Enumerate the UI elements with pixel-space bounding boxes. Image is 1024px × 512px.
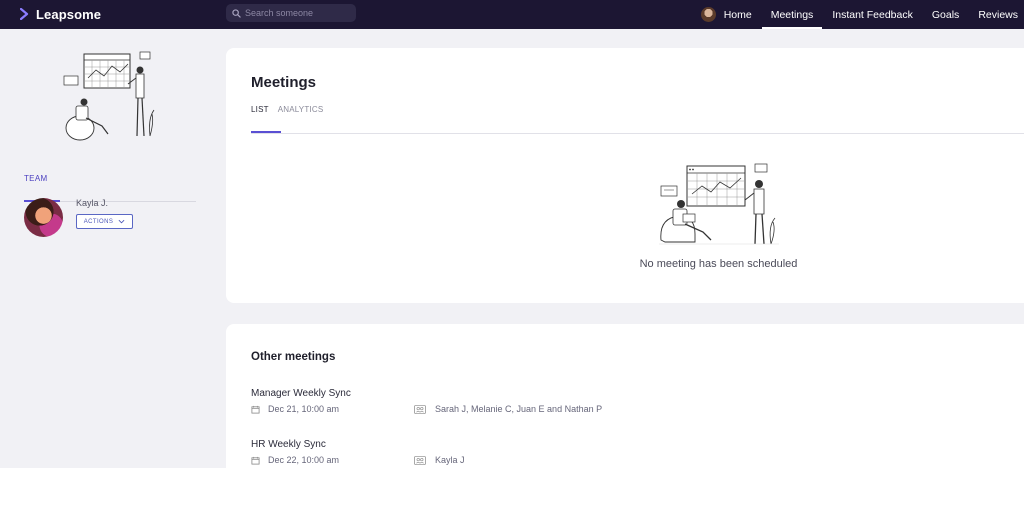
tab-team[interactable]: TEAM [24,174,47,183]
other-meetings-card: Other meetings Manager Weekly Sync Dec 2… [226,324,1024,484]
empty-state-message: No meeting has been scheduled [639,258,798,270]
top-navigation-bar: Leapsome Home Meetings Instant Feedback … [0,0,1024,29]
user-avatar[interactable] [700,7,716,22]
actions-dropdown-button[interactable]: ACTIONS [76,214,133,229]
nav-item-goals[interactable]: Goals [932,0,959,29]
search-input[interactable] [245,8,353,18]
page-bottom-margin [0,468,1024,512]
calendar-icon [251,405,260,414]
brand-logo[interactable]: Leapsome [20,5,101,23]
meetings-card: Meetings LIST ANALYTICS No meeting has b… [226,48,1024,303]
tab-list[interactable]: LIST [251,105,269,114]
meeting-details: Dec 21, 10:00 am Sarah J, Melanie C, Jua… [251,404,602,414]
meeting-name[interactable]: Manager Weekly Sync [251,388,351,399]
search-icon [232,8,241,18]
brand-name: Leapsome [36,6,102,22]
meeting-illustration [63,51,155,141]
nav-item-instant-feedback[interactable]: Instant Feedback [832,0,913,29]
nav-item-label: Home [723,8,752,21]
chevron-down-icon [118,219,125,224]
meeting-name[interactable]: HR Weekly Sync [251,439,326,450]
meeting-participants: Sarah J, Melanie C, Juan E and Nathan P [435,404,603,414]
search-box[interactable] [226,4,356,22]
member-name: Kayla J. [76,198,109,208]
calendar-icon [251,456,260,465]
team-sidebar: TEAM Kayla J. ACTIONS [0,29,226,468]
meeting-date: Dec 21, 10:00 am [268,404,340,414]
main-nav: Home Meetings Instant Feedback Goals Rev… [682,0,1018,29]
page-title: Meetings [251,74,317,91]
people-icon [414,455,426,465]
actions-button-label: ACTIONS [83,218,114,225]
empty-state-illustration [659,163,779,245]
active-tab-indicator [251,131,281,133]
member-avatar[interactable] [24,198,63,237]
nav-item-home[interactable]: Home [700,0,752,29]
list-item[interactable]: Manager Weekly Sync Dec 21, 10:00 am Sar… [251,388,602,414]
nav-item-meetings[interactable]: Meetings [761,0,822,29]
leapsome-logo-icon [20,8,29,20]
tabs-divider [251,133,1024,134]
people-icon [414,404,426,414]
nav-item-reviews[interactable]: Reviews [978,0,1018,29]
list-item[interactable]: HR Weekly Sync Dec 22, 10:00 am Kayla J [251,439,465,465]
section-title: Other meetings [251,351,336,363]
meeting-details: Dec 22, 10:00 am Kayla J [251,455,465,465]
meeting-participants: Kayla J [435,455,465,465]
meeting-date: Dec 22, 10:00 am [268,455,340,465]
meetings-tabs: LIST ANALYTICS [251,105,332,114]
tab-analytics[interactable]: ANALYTICS [278,105,324,114]
